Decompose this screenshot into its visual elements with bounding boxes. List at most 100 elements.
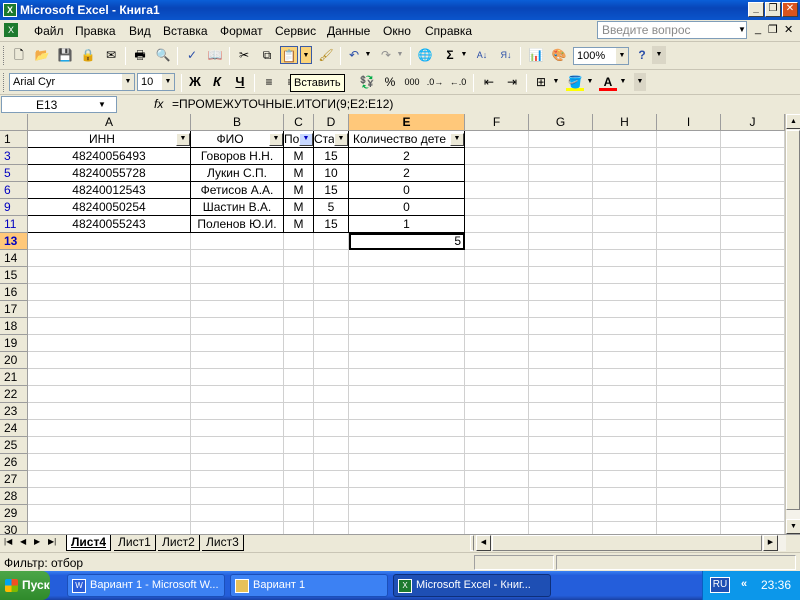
cell[interactable]: 0: [349, 182, 465, 199]
cell[interactable]: [529, 148, 593, 165]
cell[interactable]: Фетисов А.А.: [191, 182, 284, 199]
cell[interactable]: [28, 250, 191, 267]
cell[interactable]: [465, 386, 529, 403]
cell[interactable]: [721, 352, 785, 369]
cell[interactable]: [28, 488, 191, 505]
cell[interactable]: [657, 284, 721, 301]
cell[interactable]: [349, 488, 465, 505]
cell[interactable]: [593, 437, 657, 454]
cell[interactable]: [657, 505, 721, 522]
cell[interactable]: [28, 352, 191, 369]
row-header[interactable]: 15: [0, 267, 28, 284]
drawing-icon[interactable]: 🎨: [550, 46, 568, 64]
help-icon[interactable]: ?: [633, 46, 651, 64]
hscroll-thumb[interactable]: [492, 535, 762, 551]
cell[interactable]: [657, 369, 721, 386]
cell[interactable]: [349, 471, 465, 488]
cell[interactable]: [721, 165, 785, 182]
hyperlink-icon[interactable]: 🌐: [416, 46, 434, 64]
row-header[interactable]: 6: [0, 182, 28, 199]
tab-split-handle[interactable]: [470, 535, 474, 551]
cell[interactable]: [593, 267, 657, 284]
scroll-left-button[interactable]: ◀: [476, 535, 491, 551]
cell[interactable]: [465, 454, 529, 471]
cell[interactable]: [349, 267, 465, 284]
cell[interactable]: [28, 267, 191, 284]
cell[interactable]: [593, 352, 657, 369]
cell[interactable]: [314, 233, 349, 250]
cell[interactable]: [314, 369, 349, 386]
sheet-tab[interactable]: Лист3: [202, 535, 244, 551]
currency-icon[interactable]: 💱: [358, 73, 376, 91]
cell[interactable]: [349, 301, 465, 318]
cell[interactable]: 0: [349, 199, 465, 216]
cell[interactable]: [721, 318, 785, 335]
cell[interactable]: [721, 505, 785, 522]
cell[interactable]: [529, 386, 593, 403]
cell[interactable]: [284, 318, 314, 335]
column-header[interactable]: D: [314, 114, 349, 131]
toolbar-options-icon[interactable]: ▼: [634, 73, 646, 91]
cell[interactable]: [593, 522, 657, 534]
first-sheet-icon[interactable]: |◀: [4, 537, 12, 546]
cell[interactable]: 48240012543: [28, 182, 191, 199]
cell[interactable]: [191, 471, 284, 488]
thousands-button[interactable]: 000: [403, 73, 421, 91]
cell[interactable]: 48240056493: [28, 148, 191, 165]
row-header[interactable]: 13: [0, 233, 28, 250]
active-cell[interactable]: 5: [349, 233, 465, 250]
cell[interactable]: [529, 318, 593, 335]
excel-app-icon[interactable]: X: [3, 3, 17, 17]
toolbar-grip[interactable]: [3, 46, 6, 65]
last-sheet-icon[interactable]: ▶|: [48, 537, 56, 546]
cell[interactable]: [657, 148, 721, 165]
scroll-down-button[interactable]: ▼: [786, 519, 800, 534]
row-header[interactable]: 26: [0, 454, 28, 471]
font-name-combo[interactable]: Arial Cyr ▼: [9, 73, 135, 91]
menu-window[interactable]: Окно: [383, 24, 411, 38]
cell[interactable]: [28, 420, 191, 437]
cell[interactable]: [191, 301, 284, 318]
spelling-icon[interactable]: ✓: [183, 46, 201, 64]
cell[interactable]: [191, 233, 284, 250]
select-all-corner[interactable]: [0, 114, 28, 131]
row-header[interactable]: 19: [0, 335, 28, 352]
row-header[interactable]: 5: [0, 165, 28, 182]
column-header[interactable]: G: [529, 114, 593, 131]
cell[interactable]: [657, 233, 721, 250]
cell[interactable]: [465, 488, 529, 505]
cell[interactable]: [657, 454, 721, 471]
cell[interactable]: [529, 216, 593, 233]
cell[interactable]: М: [284, 165, 314, 182]
cell[interactable]: [529, 182, 593, 199]
cell[interactable]: [284, 386, 314, 403]
cell[interactable]: [593, 233, 657, 250]
sort-ascending-icon[interactable]: A↓: [473, 46, 491, 64]
cell[interactable]: [465, 420, 529, 437]
open-icon[interactable]: 📂: [33, 46, 51, 64]
cell[interactable]: [28, 301, 191, 318]
cell[interactable]: [349, 437, 465, 454]
cell[interactable]: [314, 284, 349, 301]
menu-help[interactable]: Справка: [425, 24, 472, 38]
cell[interactable]: [28, 437, 191, 454]
cell[interactable]: [657, 352, 721, 369]
cell[interactable]: Лукин С.П.: [191, 165, 284, 182]
cell[interactable]: [593, 488, 657, 505]
row-header[interactable]: 18: [0, 318, 28, 335]
align-left-icon[interactable]: ≡: [260, 73, 278, 91]
bold-button[interactable]: Ж: [186, 73, 204, 91]
cell[interactable]: [314, 403, 349, 420]
cell[interactable]: [657, 301, 721, 318]
cell[interactable]: [314, 352, 349, 369]
cell[interactable]: [28, 369, 191, 386]
cell[interactable]: [465, 318, 529, 335]
format-painter-icon[interactable]: 🖌: [317, 46, 335, 64]
cell[interactable]: [314, 471, 349, 488]
help-question-input[interactable]: Введите вопрос: [597, 21, 747, 39]
row-header[interactable]: 14: [0, 250, 28, 267]
row-header[interactable]: 22: [0, 386, 28, 403]
cell[interactable]: [721, 369, 785, 386]
cell[interactable]: [284, 454, 314, 471]
cell[interactable]: [349, 335, 465, 352]
